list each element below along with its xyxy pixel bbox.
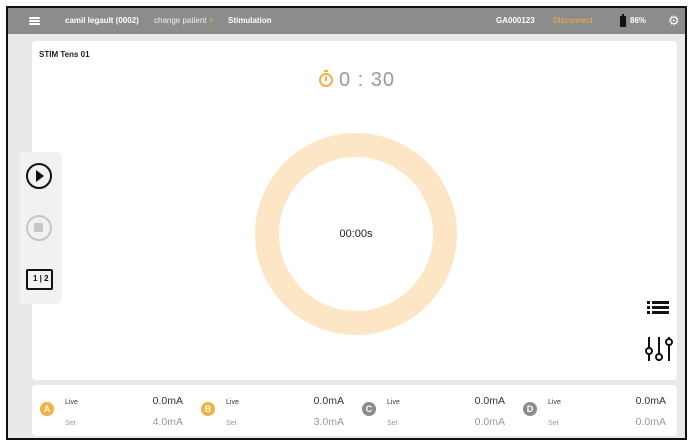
live-label: Live [226, 399, 239, 406]
set-value: 0.0mA [474, 416, 505, 428]
set-label: Set [548, 420, 559, 427]
top-bar: camil legault (0002) change patient > St… [8, 8, 685, 34]
elapsed-time: 00:00s [339, 228, 373, 240]
channel-badge: D [523, 402, 537, 416]
layout-label: 1 | 2 [33, 274, 49, 283]
live-label: Live [387, 399, 400, 406]
timer-display: 0 : 30 [319, 69, 395, 92]
stop-icon[interactable] [26, 215, 52, 241]
disconnect-button[interactable]: Disconnect [553, 8, 593, 34]
live-value: 0.0mA [474, 395, 505, 407]
set-value: 3.0mA [313, 416, 344, 428]
gear-icon[interactable]: ⚙ [668, 8, 680, 34]
hamburger-icon[interactable] [29, 8, 43, 34]
set-label: Set [65, 420, 76, 427]
progress-ring: 00:00s [255, 133, 457, 335]
device-id: GA000123 [496, 16, 535, 25]
stimulation-panel: STIM Tens 01 0 : 30 00:00s [32, 41, 677, 380]
live-value: 0.0mA [152, 395, 183, 407]
battery-level: 86% [630, 16, 647, 25]
page-title: Stimulation [228, 16, 272, 25]
set-value: 0.0mA [635, 416, 666, 428]
stopwatch-icon [319, 70, 333, 87]
channel-badge: C [362, 402, 376, 416]
channel-panel: A Live 0.0mA Set 4.0mA B Live 0.0mA Set … [32, 385, 677, 436]
channel-a[interactable]: A Live 0.0mA Set 4.0mA [32, 385, 193, 436]
chevron-right-icon: > [208, 16, 214, 25]
set-label: Set [387, 420, 398, 427]
live-value: 0.0mA [635, 395, 666, 407]
live-label: Live [548, 399, 561, 406]
set-value: 4.0mA [152, 416, 183, 428]
channel-d[interactable]: D Live 0.0mA Set 0.0mA [515, 385, 676, 436]
program-name: STIM Tens 01 [39, 50, 90, 59]
channel-badge: B [201, 402, 215, 416]
live-label: Live [65, 399, 78, 406]
timer-value: 0 : 30 [339, 69, 396, 91]
playback-controls: 1 | 2 [20, 152, 62, 304]
channel-badge: A [40, 402, 54, 416]
patient-name: camil legault (0002) [65, 16, 139, 25]
app-window: camil legault (0002) change patient > St… [6, 6, 687, 440]
channel-b[interactable]: B Live 0.0mA Set 3.0mA [193, 385, 354, 436]
live-value: 0.0mA [313, 395, 344, 407]
channel-c[interactable]: C Live 0.0mA Set 0.0mA [354, 385, 515, 436]
battery-icon [620, 8, 628, 34]
list-icon[interactable] [647, 299, 669, 315]
sliders-icon[interactable] [645, 335, 673, 363]
change-patient-label: change patient [154, 16, 207, 25]
play-icon[interactable] [26, 163, 52, 189]
set-label: Set [226, 420, 237, 427]
layout-toggle-button[interactable]: 1 | 2 [26, 269, 53, 290]
change-patient-link[interactable]: change patient > [154, 8, 213, 34]
